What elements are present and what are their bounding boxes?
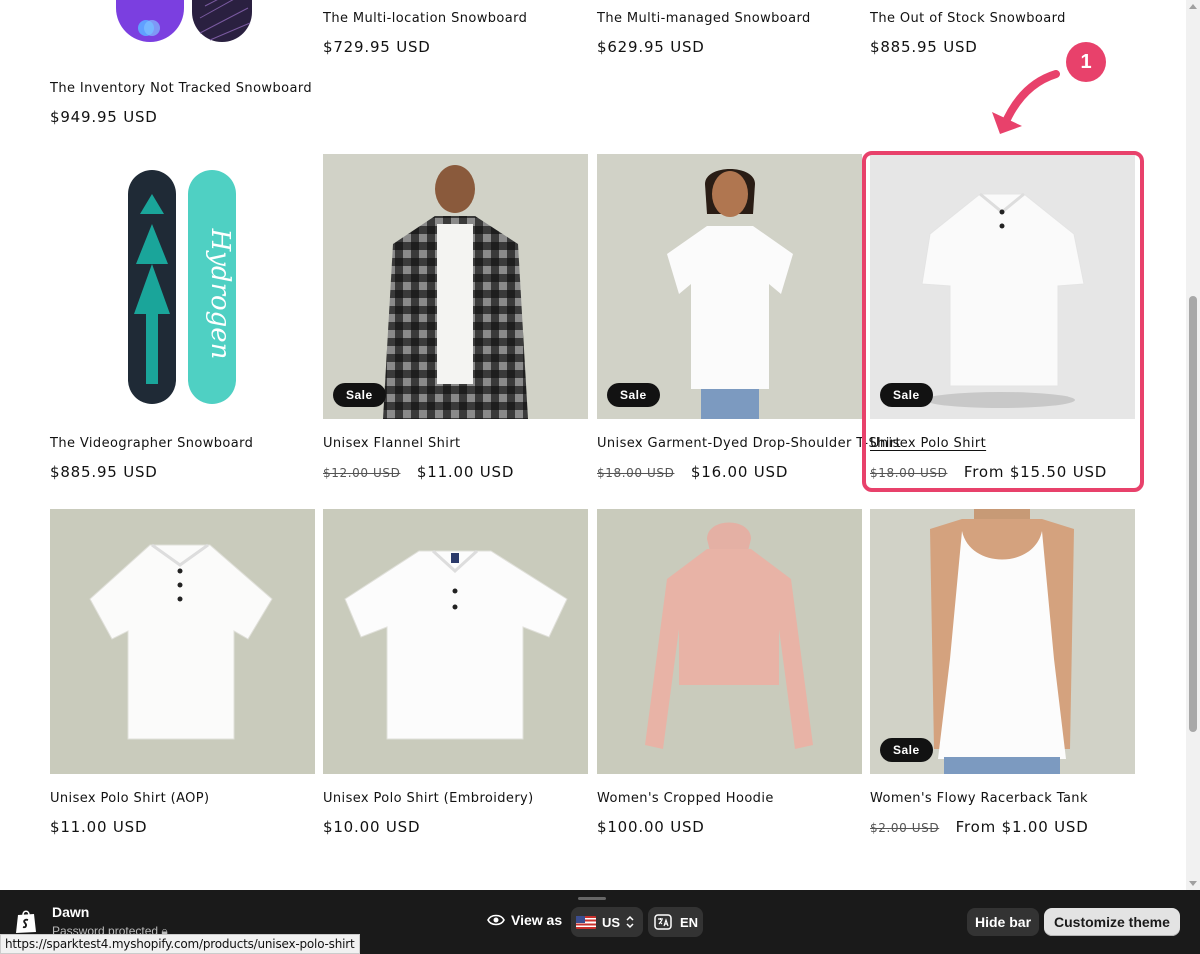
price-row: $885.95 USD [50, 463, 158, 482]
price-row: $885.95 USD [870, 38, 978, 57]
product-image[interactable]: Hydrogen [50, 154, 315, 419]
price-row: $100.00 USD [597, 818, 705, 837]
price-row: $10.00 USD [323, 818, 420, 837]
highlight-box [862, 151, 1144, 492]
product-price: $885.95 USD [870, 38, 978, 56]
annotation-arrow-icon [992, 70, 1060, 134]
product-title[interactable]: The Videographer Snowboard [50, 436, 253, 451]
product-image[interactable] [323, 509, 588, 774]
sale-badge: Sale [607, 383, 660, 407]
shopify-bag-icon [16, 910, 36, 933]
product-compare-price: $18.00 USD [597, 466, 675, 480]
annotation-marker: 1 [1066, 42, 1106, 82]
sale-badge: Sale [333, 383, 386, 407]
drag-handle[interactable] [578, 897, 606, 900]
product-price: $629.95 USD [597, 38, 705, 56]
product-title[interactable]: The Multi-location Snowboard [323, 11, 527, 26]
product-image[interactable]: Sale [870, 509, 1135, 774]
price-row: $729.95 USD [323, 38, 431, 57]
view-as-control: View as [487, 912, 562, 928]
theme-name: Dawn [52, 904, 90, 920]
product-price: $10.00 USD [323, 818, 421, 836]
product-price: $11.00 USD [416, 463, 515, 481]
product-title[interactable]: The Out of Stock Snowboard [870, 11, 1066, 26]
price-row: $2.00 USD From $1.00 USD [870, 818, 1089, 837]
price-row: $629.95 USD [597, 38, 705, 57]
product-title[interactable]: Unisex Polo Shirt (Embroidery) [323, 791, 534, 806]
product-price: $885.95 USD [50, 463, 158, 481]
scroll-thumb[interactable] [1189, 296, 1197, 732]
product-title[interactable]: Unisex Polo Shirt (AOP) [50, 791, 210, 806]
collection-page: The Inventory Not Tracked Snowboard $949… [0, 0, 1186, 890]
country-code: US [602, 914, 621, 930]
language-code: EN [680, 914, 699, 930]
price-row: $11.00 USD [50, 818, 147, 837]
product-image[interactable] [597, 509, 862, 774]
language-select[interactable]: EN [648, 907, 703, 937]
product-title[interactable]: The Inventory Not Tracked Snowboard [50, 81, 312, 96]
page-scrollbar[interactable] [1186, 0, 1200, 890]
product-price: $16.00 USD [690, 463, 789, 481]
price-row: $18.00 USD $16.00 USD [597, 463, 788, 482]
product-price: From $1.00 USD [955, 818, 1089, 836]
product-title[interactable]: Women's Flowy Racerback Tank [870, 791, 1088, 806]
scroll-up-icon[interactable] [1189, 4, 1197, 9]
customize-theme-button[interactable]: Customize theme [1044, 908, 1180, 936]
price-row: $949.95 USD [50, 108, 158, 127]
status-bar-url: https://sparktest4.myshopify.com/product… [0, 934, 360, 954]
product-price: $949.95 USD [50, 108, 158, 126]
product-image[interactable] [50, 509, 315, 774]
svg-text:Hydrogen: Hydrogen [205, 228, 235, 360]
view-as-label: View as [511, 912, 563, 928]
product-compare-price: $2.00 USD [870, 821, 940, 835]
product-price: $729.95 USD [323, 38, 431, 56]
product-title[interactable]: Women's Cropped Hoodie [597, 791, 774, 806]
hide-bar-button[interactable]: Hide bar [967, 908, 1040, 936]
scroll-down-icon[interactable] [1189, 881, 1197, 886]
product-title[interactable]: Unisex Garment-Dyed Drop-Shoulder T-Shir… [597, 436, 901, 451]
translate-icon [654, 914, 672, 930]
product-image[interactable] [50, 0, 315, 43]
product-image[interactable]: Sale [597, 154, 862, 419]
product-title[interactable]: Unisex Flannel Shirt [323, 436, 461, 451]
product-compare-price: $12.00 USD [323, 466, 401, 480]
product-title[interactable]: The Multi-managed Snowboard [597, 11, 811, 26]
product-price: $100.00 USD [597, 818, 705, 836]
eye-icon [487, 914, 505, 926]
sale-badge: Sale [880, 738, 933, 762]
product-price: $11.00 USD [50, 818, 148, 836]
product-image[interactable]: Sale [323, 154, 588, 419]
country-select[interactable]: US [571, 907, 643, 937]
price-row: $12.00 USD $11.00 USD [323, 463, 514, 482]
us-flag-icon [576, 915, 596, 929]
chevron-updown-icon [626, 915, 634, 929]
